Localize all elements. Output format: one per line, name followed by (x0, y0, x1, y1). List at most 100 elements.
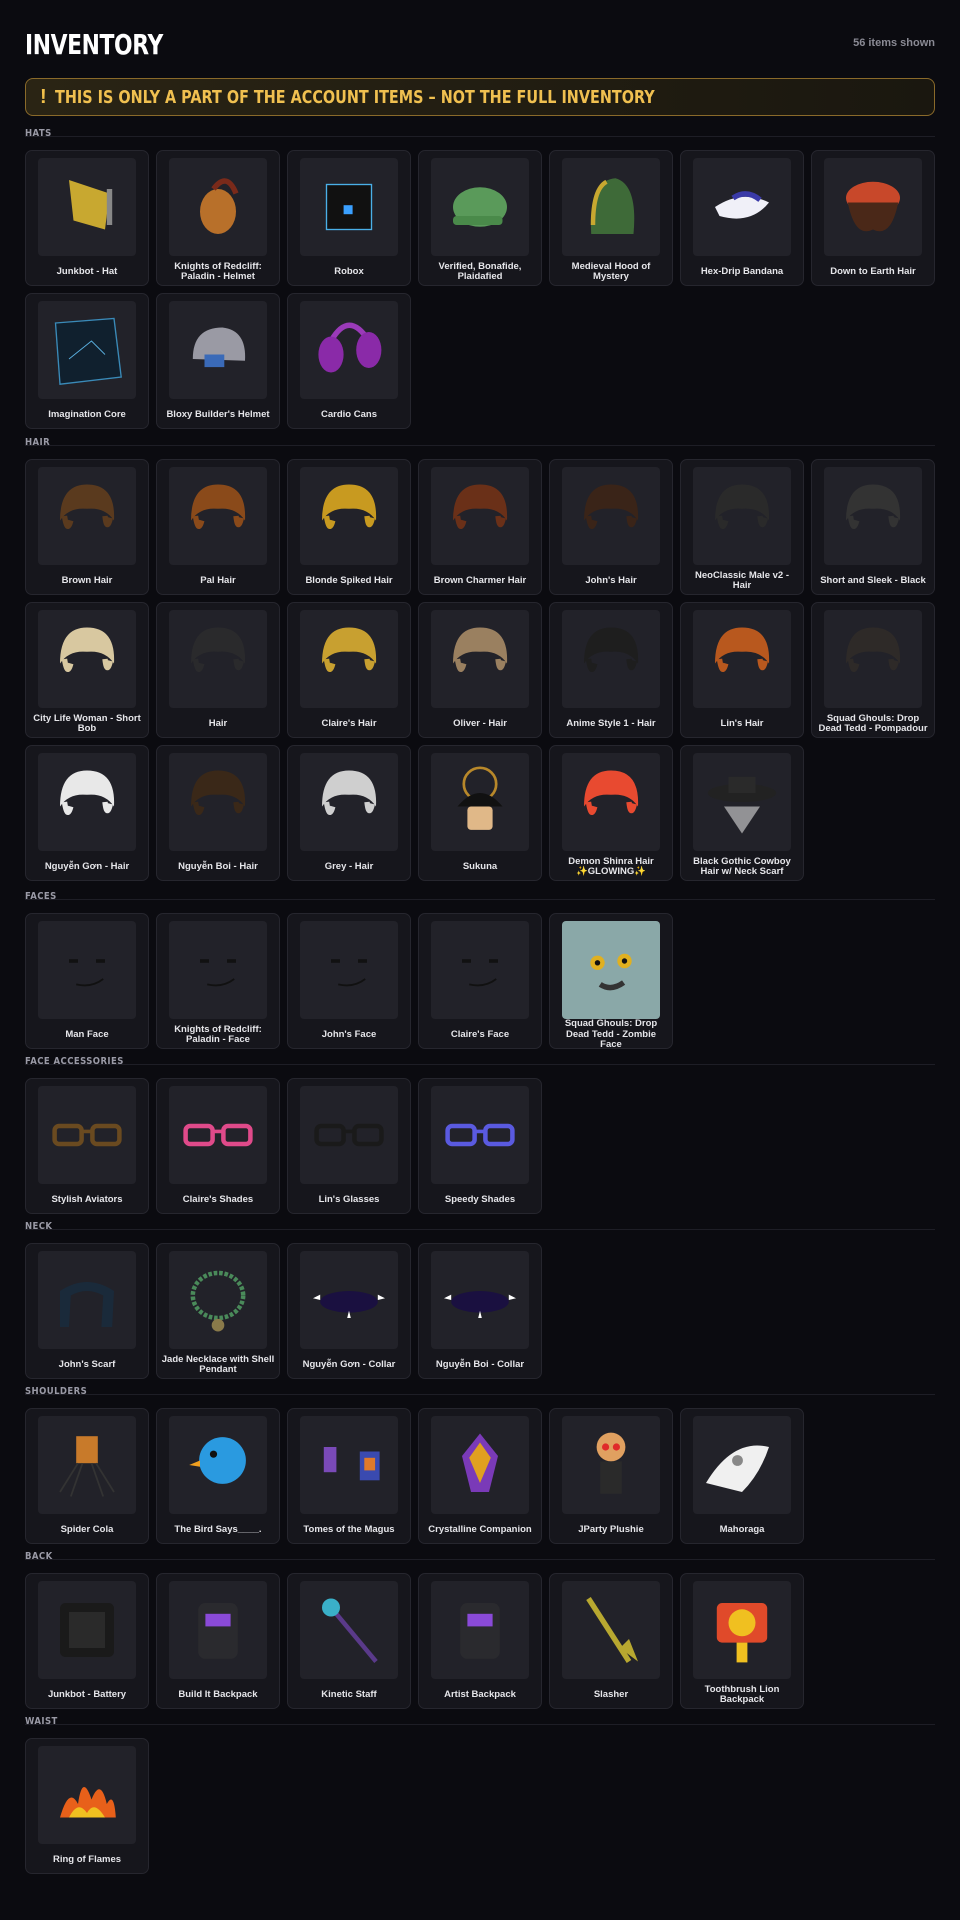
item-card[interactable]: Squad Ghouls: Drop Dead Tedd - Zombie Fa… (549, 913, 673, 1051)
item-card[interactable]: Squad Ghouls: Drop Dead Tedd - Pompadour (811, 602, 935, 738)
item-label: Squad Ghouls: Drop Dead Tedd - Pompadour (818, 712, 928, 734)
section-divider (25, 1559, 935, 1560)
item-card[interactable]: Slasher (549, 1573, 673, 1709)
section-grid: Junkbot - Battery Build It Backpack Kineti… (25, 1573, 937, 1709)
item-card[interactable]: Claire's Face (418, 913, 542, 1049)
item-label: Bloxy Builder's Helmet (166, 408, 270, 420)
item-card[interactable]: Verified, Bonafide, Plaidafied (418, 150, 542, 286)
hair-icon (693, 467, 791, 565)
section-label: SHOULDERS (25, 1386, 88, 1397)
item-card[interactable]: Lin's Hair (680, 602, 804, 738)
warning-text: THIS IS ONLY A PART OF THE ACCOUNT ITEMS… (54, 86, 655, 108)
section-label: NECK (25, 1221, 53, 1232)
item-label: Stylish Aviators (51, 1193, 123, 1205)
beanie-hair-icon (824, 158, 922, 256)
item-card[interactable]: Mahoraga (680, 1408, 804, 1544)
item-card[interactable]: John's Hair (549, 459, 673, 595)
item-label: Knights of Redcliff: Paladin - Helmet (174, 260, 262, 282)
section-grid: Spider Cola The Bird Says____. Tomes of th… (25, 1408, 937, 1544)
item-card[interactable]: Down to Earth Hair (811, 150, 935, 286)
item-card[interactable]: Imagination Core (25, 293, 149, 429)
item-card[interactable]: JParty Plushie (549, 1408, 673, 1544)
hair-icon (300, 467, 398, 565)
item-card[interactable]: Artist Backpack (418, 1573, 542, 1709)
item-card[interactable]: Stylish Aviators (25, 1078, 149, 1214)
item-card[interactable]: Junkbot - Battery (25, 1573, 149, 1709)
battery-icon (38, 1581, 136, 1679)
item-card[interactable]: Pal Hair (156, 459, 280, 595)
item-label: Hair (208, 717, 228, 729)
item-card[interactable]: Blonde Spiked Hair (287, 459, 411, 595)
section-label: WAIST (25, 1716, 58, 1727)
item-card[interactable]: Claire's Shades (156, 1078, 280, 1214)
item-label: Blonde Spiked Hair (305, 574, 393, 586)
item-card[interactable]: Toothbrush Lion Backpack (680, 1573, 804, 1709)
item-card[interactable]: Lin's Glasses (287, 1078, 411, 1214)
item-card[interactable]: Knights of Redcliff: Paladin - Face (156, 913, 280, 1049)
item-card[interactable]: Bloxy Builder's Helmet (156, 293, 280, 429)
item-label: Nguyễn Boi - Collar (435, 1358, 525, 1370)
item-card[interactable]: Jade Necklace with Shell Pendant (156, 1243, 280, 1379)
junkbot-hat-icon (38, 158, 136, 256)
page-title: INVENTORY (25, 28, 163, 61)
item-card[interactable]: The Bird Says____. (156, 1408, 280, 1544)
item-label: Junkbot - Battery (47, 1688, 127, 1700)
item-card[interactable]: Brown Charmer Hair (418, 459, 542, 595)
item-label: Man Face (65, 1028, 109, 1040)
item-label: Crystalline Companion (428, 1523, 532, 1535)
item-card[interactable]: Hex-Drip Bandana (680, 150, 804, 286)
item-card[interactable]: Oliver - Hair (418, 602, 542, 738)
item-card[interactable]: Build It Backpack (156, 1573, 280, 1709)
item-card[interactable]: Cardio Cans (287, 293, 411, 429)
item-card[interactable]: Junkbot - Hat (25, 150, 149, 286)
section-divider (25, 136, 935, 137)
backpack-icon (169, 1581, 267, 1679)
zombie-face-icon (562, 921, 660, 1019)
item-card[interactable]: Tomes of the Magus (287, 1408, 411, 1544)
item-card[interactable]: Crystalline Companion (418, 1408, 542, 1544)
item-card[interactable]: Anime Style 1 - Hair (549, 602, 673, 738)
bird-icon (169, 1416, 267, 1514)
item-card[interactable]: Sukuna (418, 745, 542, 881)
item-card[interactable]: Nguyễn Gơn - Hair (25, 745, 149, 881)
item-card[interactable]: Hair (156, 602, 280, 738)
item-card[interactable]: Grey - Hair (287, 745, 411, 881)
item-label: City Life Woman - Short Bob (33, 712, 141, 734)
item-card[interactable]: Kinetic Staff (287, 1573, 411, 1709)
section-divider (25, 899, 935, 900)
item-card[interactable]: Claire's Hair (287, 602, 411, 738)
item-card[interactable]: Nguyễn Boi - Hair (156, 745, 280, 881)
glasses-icon (431, 1086, 529, 1184)
warning-icon: ! (40, 85, 47, 108)
item-card[interactable]: NeoClassic Male v2 - Hair (680, 459, 804, 595)
item-card[interactable]: John's Face (287, 913, 411, 1049)
item-label: Squad Ghouls: Drop Dead Tedd - Zombie Fa… (564, 1018, 658, 1051)
item-card[interactable]: Short and Sleek - Black (811, 459, 935, 595)
item-label: Grey - Hair (324, 860, 374, 872)
item-card[interactable]: Black Gothic Cowboy Hair w/ Neck Scarf (680, 745, 804, 881)
item-card[interactable]: Speedy Shades (418, 1078, 542, 1214)
section-label: FACES (25, 891, 57, 902)
item-label: John's Hair (585, 574, 637, 586)
item-card[interactable]: Nguyễn Boi - Collar (418, 1243, 542, 1379)
section-grid: John's Scarf Jade Necklace with Shell Pen… (25, 1243, 937, 1379)
item-card[interactable]: Demon Shinra Hair ✨GLOWING✨ (549, 745, 673, 881)
item-label: Spider Cola (60, 1523, 114, 1535)
item-card[interactable]: Medieval Hood of Mystery (549, 150, 673, 286)
item-card[interactable]: Ring of Flames (25, 1738, 149, 1874)
item-card[interactable]: City Life Woman - Short Bob (25, 602, 149, 738)
item-card[interactable]: Robox (287, 150, 411, 286)
item-card[interactable]: Spider Cola (25, 1408, 149, 1544)
item-label: Medieval Hood of Mystery (571, 260, 651, 282)
paladin-helmet-icon (169, 158, 267, 256)
item-card[interactable]: Knights of Redcliff: Paladin - Helmet (156, 150, 280, 286)
section-grid: Ring of Flames (25, 1738, 937, 1874)
item-card[interactable]: John's Scarf (25, 1243, 149, 1379)
item-card[interactable]: Man Face (25, 913, 149, 1049)
item-card[interactable]: Brown Hair (25, 459, 149, 595)
section-label: HAIR (25, 437, 51, 448)
item-card[interactable]: Nguyễn Gơn - Collar (287, 1243, 411, 1379)
section-divider (25, 1394, 935, 1395)
section-divider (25, 445, 935, 446)
section-grid: Brown Hair Pal Hair Blonde Spiked Hair Brow… (25, 459, 937, 881)
